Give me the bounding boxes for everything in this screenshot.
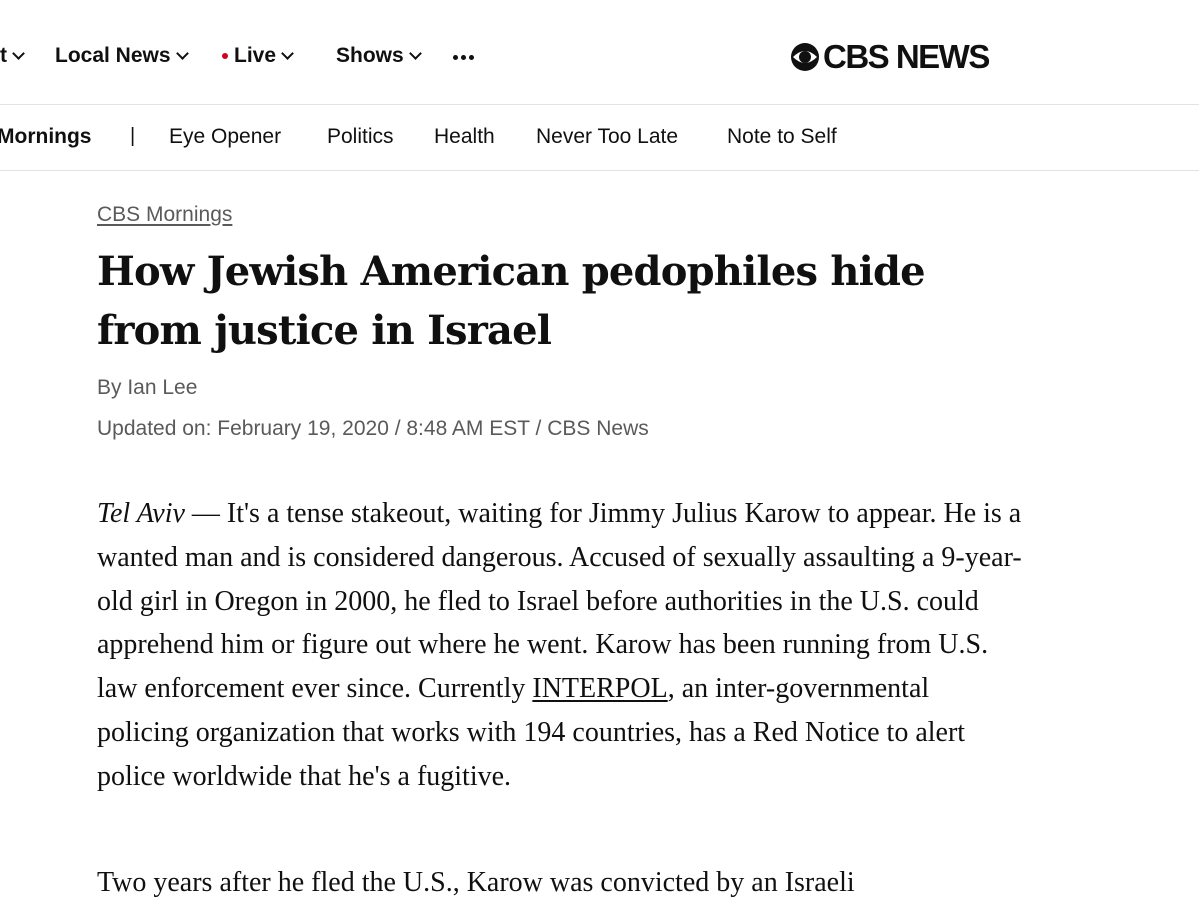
- nav-item-shows[interactable]: Shows: [336, 44, 422, 68]
- nav-item-live[interactable]: Live: [222, 44, 294, 68]
- interpol-link[interactable]: INTERPOL: [532, 673, 667, 704]
- article-paragraph: Tel Aviv — It's a tense stakeout, waitin…: [97, 492, 1027, 799]
- cbs-eye-icon: [791, 43, 819, 71]
- subnav-item-eye-opener[interactable]: Eye Opener: [169, 125, 281, 149]
- logo-text: CBS NEWS: [823, 38, 990, 75]
- dateline-dash: —: [184, 498, 227, 529]
- subnav-item-never-too-late[interactable]: Never Too Late: [536, 125, 678, 149]
- nav-item-label: Live: [234, 44, 277, 67]
- nav-item-partial[interactable]: t: [0, 44, 25, 68]
- article-dateline: Updated on: February 19, 2020 / 8:48 AM …: [97, 417, 649, 440]
- article-title: How Jewish American pedophiles hide from…: [97, 248, 926, 354]
- article-paragraph: Two years after he fled the U.S., Karow …: [97, 867, 855, 898]
- top-navigation: t Local News Live Shows CBS NEWS: [0, 0, 1199, 105]
- nav-item-local-news[interactable]: Local News: [55, 44, 189, 68]
- dateline-place: Tel Aviv: [97, 498, 185, 529]
- subnav-item-mornings[interactable]: Mornings: [0, 125, 92, 149]
- cbs-news-logo[interactable]: CBS NEWS: [790, 38, 990, 76]
- subnav-item-health[interactable]: Health: [434, 125, 495, 149]
- live-dot-icon: [222, 53, 228, 59]
- nav-item-label: Local News: [55, 44, 171, 67]
- section-link[interactable]: CBS Mornings: [97, 203, 232, 227]
- nav-item-label: Shows: [336, 44, 404, 67]
- section-navigation: Mornings | Eye Opener Politics Health Ne…: [0, 105, 1199, 171]
- chevron-down-icon: [12, 47, 25, 60]
- subnav-item-note-to-self[interactable]: Note to Self: [727, 125, 837, 149]
- more-menu-icon[interactable]: [453, 55, 474, 60]
- nav-item-label: t: [0, 44, 7, 67]
- chevron-down-icon: [175, 47, 189, 60]
- subnav-separator: |: [130, 125, 136, 147]
- article-byline: By Ian Lee: [97, 376, 198, 399]
- chevron-down-icon: [408, 47, 422, 60]
- chevron-down-icon: [281, 47, 294, 60]
- subnav-item-politics[interactable]: Politics: [327, 125, 394, 149]
